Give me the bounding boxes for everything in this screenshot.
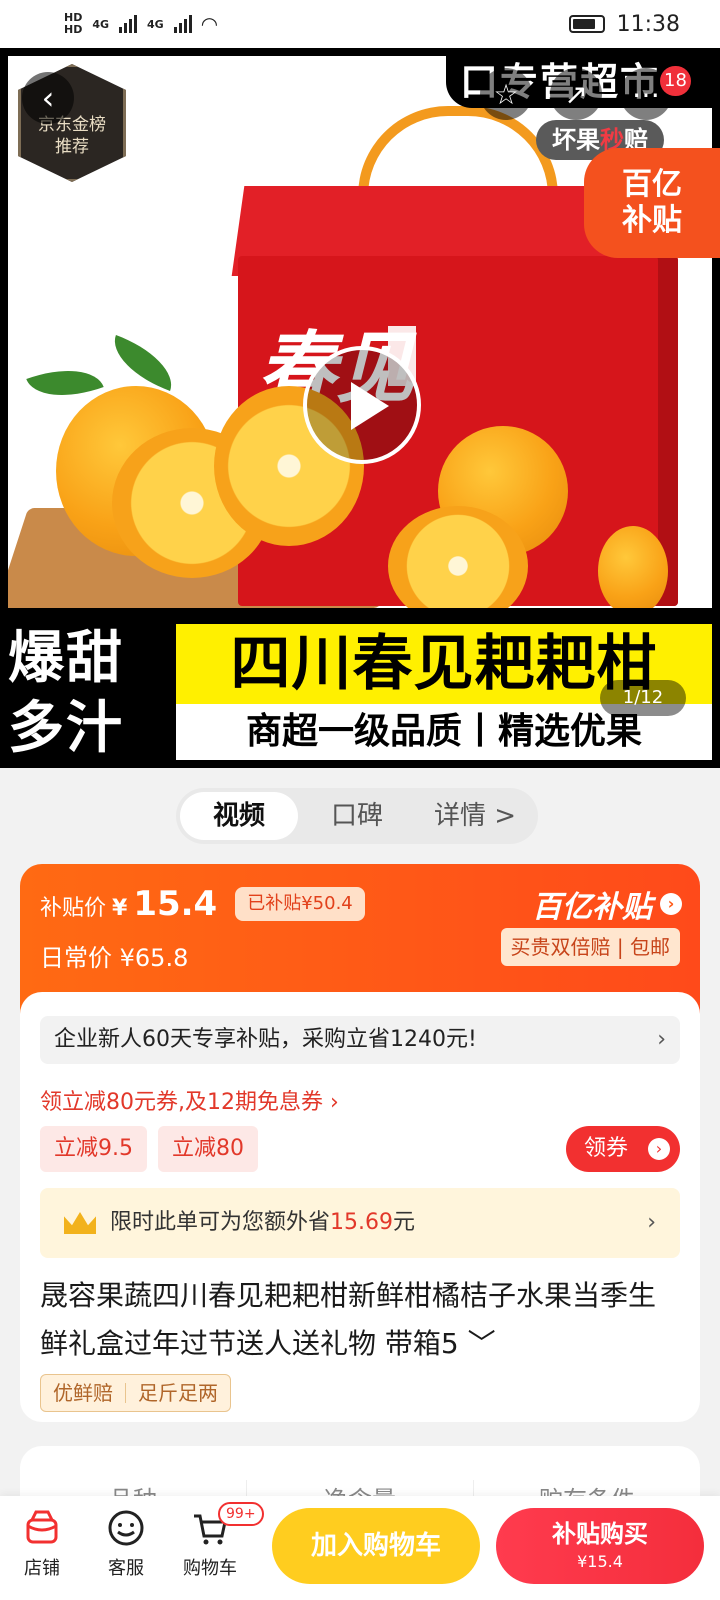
back-icon: ‹ xyxy=(41,79,55,117)
more-icon: ⋯ xyxy=(632,77,660,111)
clock: 11:38 xyxy=(616,11,680,37)
regular-price: ¥65.8 xyxy=(119,944,189,972)
sim2-label: HD xyxy=(64,23,83,36)
subsidy-brand-label: 百亿补贴 xyxy=(532,890,652,925)
banner-left-line2: 多汁 xyxy=(8,696,124,761)
subsidy-price-label: 补贴价 xyxy=(40,896,107,921)
savings-amount: 15.69 xyxy=(330,1210,393,1235)
banner-left-text: 爆甜 多汁 xyxy=(8,624,124,764)
chevron-right-icon: › xyxy=(648,1138,670,1160)
share-button[interactable]: ↗ xyxy=(550,68,602,120)
savings-prefix: 限时此单可为您额外省 xyxy=(110,1210,331,1235)
service-label: 客服 xyxy=(108,1558,144,1579)
currency-symbol: ¥ xyxy=(112,896,128,921)
back-button[interactable]: ‹ xyxy=(22,72,74,124)
subsidy-corner-badge: 百亿 补贴 xyxy=(584,148,720,258)
tab-reviews[interactable]: 口碑 xyxy=(298,792,416,840)
savings-suffix: 元 xyxy=(393,1210,416,1235)
cart-label: 购物车 xyxy=(183,1558,237,1579)
tab-details[interactable]: 详情 > xyxy=(416,792,534,840)
extra-savings-banner[interactable]: 限时此单可为您额外省15.69元 › xyxy=(40,1188,680,1258)
chevron-right-icon: › xyxy=(657,1027,666,1052)
rank-badge-line2: 推荐 xyxy=(55,137,89,157)
cart-button[interactable]: 99+ 购物车 xyxy=(170,1502,264,1580)
cart-count-badge: 99+ xyxy=(218,1502,264,1526)
slogan-a: 坏果 xyxy=(552,126,600,154)
get-coupon-label: 领券 xyxy=(584,1136,629,1161)
battery-icon xyxy=(568,15,605,33)
notification-count-badge: 18 xyxy=(660,66,691,96)
discount-tag: 立减80 xyxy=(158,1126,258,1172)
signal-icon xyxy=(119,15,138,33)
guarantee-badge[interactable]: 买贵双倍赔 | 包邮 xyxy=(500,928,680,966)
coupon-link[interactable]: 领立减80元券,及12期免息券 › xyxy=(40,1084,339,1116)
enterprise-promo-banner[interactable]: 企业新人60天专享补贴，采购立省1240元! › xyxy=(40,1016,680,1064)
bottom-action-bar: 店铺 客服 99+ 购物车 加入购物车 补贴购买 ¥15.4 xyxy=(0,1496,720,1600)
buy-label: 补贴购买 xyxy=(552,1520,648,1548)
quality-tag: 优鲜赔 xyxy=(53,1381,113,1405)
product-info-card: 企业新人60天专享补贴，采购立省1240元! › 领立减80元券,及12期免息券… xyxy=(20,992,700,1422)
shop-button[interactable]: 店铺 xyxy=(2,1508,82,1580)
net1-label: 4G xyxy=(92,17,110,31)
star-icon: ☆ xyxy=(493,77,519,111)
status-bar: HD HD 4G 4G ◠ 11:38 xyxy=(0,0,720,48)
subsidy-brand-link[interactable]: 百亿补贴 › xyxy=(532,882,682,926)
shop-icon xyxy=(26,1510,58,1544)
signal-area: HD HD 4G 4G ◠ xyxy=(64,12,218,37)
shop-label: 店铺 xyxy=(24,1558,60,1579)
subsidy-corner-line2: 补贴 xyxy=(622,203,682,238)
net2-label: 4G xyxy=(147,17,164,31)
product-gallery[interactable]: 春见 京东金榜 推荐 ‹ 口专营超市 ☆ ↗ ⋯ 18 坏果秒赔 百亿 补贴 爆… xyxy=(0,48,720,768)
add-to-cart-button[interactable]: 加入购物车 xyxy=(272,1508,480,1584)
quality-tags: 优鲜赔 足斤足两 xyxy=(40,1374,231,1412)
service-icon xyxy=(108,1510,144,1546)
subsidy-corner-line1: 百亿 xyxy=(622,167,682,202)
regular-price-label: 日常价 xyxy=(40,944,112,972)
play-video-button[interactable] xyxy=(303,346,421,464)
subsidized-amount-badge: 已补贴¥50.4 xyxy=(235,887,365,921)
buy-price: ¥15.4 xyxy=(577,1552,623,1571)
media-tabs: 视频 口碑 详情 > xyxy=(176,788,538,844)
product-title[interactable]: 晟容果蔬四川春见耙耙柑新鲜柑橘桔子水果当季生鲜礼盒过年过节送人送礼物 带箱5 ﹀ xyxy=(40,1272,680,1368)
sim-indicator: HD HD xyxy=(64,12,82,36)
chevron-right-icon: › xyxy=(660,893,682,915)
wifi-icon: ◠ xyxy=(201,12,218,36)
quality-tag: 足斤足两 xyxy=(138,1381,218,1405)
discount-tag: 立减9.5 xyxy=(40,1126,147,1172)
chevron-right-icon: › xyxy=(647,1210,656,1235)
enterprise-promo-text: 企业新人60天专享补贴，采购立省1240元! xyxy=(54,1027,477,1052)
banner-left-line1: 爆甜 xyxy=(8,626,124,691)
get-coupon-button[interactable]: 领券 › xyxy=(566,1126,680,1172)
signal-icon-2 xyxy=(173,15,192,33)
tab-video[interactable]: 视频 xyxy=(180,792,298,840)
favorite-button[interactable]: ☆ xyxy=(480,68,532,120)
subsidy-price: 15.4 xyxy=(133,884,218,924)
subsidy-buy-button[interactable]: 补贴购买 ¥15.4 xyxy=(496,1508,704,1584)
crown-icon xyxy=(64,1212,96,1234)
share-icon: ↗ xyxy=(564,77,588,111)
gallery-page-indicator: 1/12 xyxy=(600,680,686,716)
customer-service-button[interactable]: 客服 xyxy=(86,1508,166,1580)
